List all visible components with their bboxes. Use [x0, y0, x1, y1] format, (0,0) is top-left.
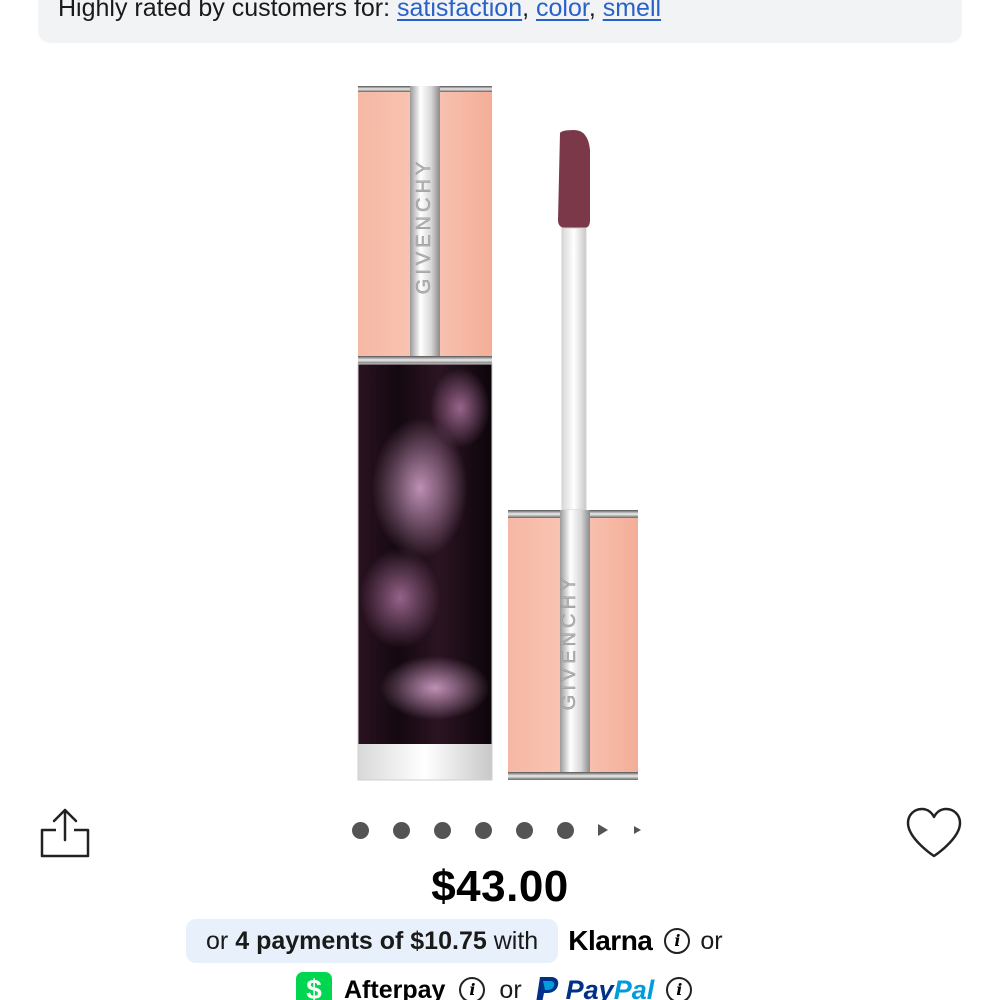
carousel-dot[interactable]	[393, 821, 410, 839]
klarna-installment-pill[interactable]: or 4 payments of $10.75 with	[186, 919, 559, 963]
afterpay-info-icon[interactable]: i	[459, 977, 486, 1000]
or-separator: or	[499, 975, 522, 1000]
product-image: GIVENCHY GIVENCHY	[357, 86, 638, 781]
arrow-right-small-icon[interactable]	[634, 826, 641, 834]
tag-link-smell[interactable]: smell	[603, 0, 661, 22]
carousel-dot[interactable]	[434, 821, 451, 839]
carousel-dot[interactable]	[352, 821, 369, 839]
klarna-info-icon[interactable]: i	[664, 928, 691, 954]
svg-text:GIVENCHY: GIVENCHY	[558, 574, 580, 710]
tag-link-color[interactable]: color	[536, 0, 589, 22]
afterpay-label[interactable]: Afterpay	[344, 976, 445, 1000]
or-separator: or	[700, 926, 723, 955]
klarna-logo[interactable]: Klarna	[568, 925, 653, 957]
rated-banner: Highly rated by customers for: satisfact…	[38, 0, 962, 43]
afterpay-icon[interactable]: $	[296, 972, 332, 1000]
paypal-logo[interactable]: PayPal	[566, 975, 655, 1000]
paypal-pay: Pay	[565, 974, 614, 1000]
product-price: $43.00	[431, 862, 569, 911]
paypal-pal: Pal	[613, 974, 655, 1000]
paypal-p-icon	[536, 977, 558, 1000]
rated-prefix: Highly rated by customers for:	[58, 0, 391, 22]
svg-text:GIVENCHY: GIVENCHY	[413, 158, 435, 294]
share-icon[interactable]	[38, 806, 92, 860]
installment-or: or	[206, 926, 229, 955]
heart-icon[interactable]	[904, 806, 964, 860]
installments-line: or 4 payments of $10.75 with Klarna i or	[186, 919, 723, 963]
carousel-dot[interactable]	[516, 821, 533, 839]
carousel-dots	[352, 820, 641, 840]
installment-count: 4 payments of $10.75	[235, 926, 487, 955]
carousel-dot[interactable]	[557, 821, 574, 839]
tag-link-satisfaction[interactable]: satisfaction	[397, 0, 522, 22]
payment-options-line: $ Afterpay i or PayPal i	[296, 968, 693, 1000]
arrow-right-icon[interactable]	[598, 824, 608, 836]
installment-with: with	[493, 926, 539, 955]
carousel-dot[interactable]	[475, 821, 492, 839]
paypal-info-icon[interactable]: i	[666, 977, 693, 1000]
